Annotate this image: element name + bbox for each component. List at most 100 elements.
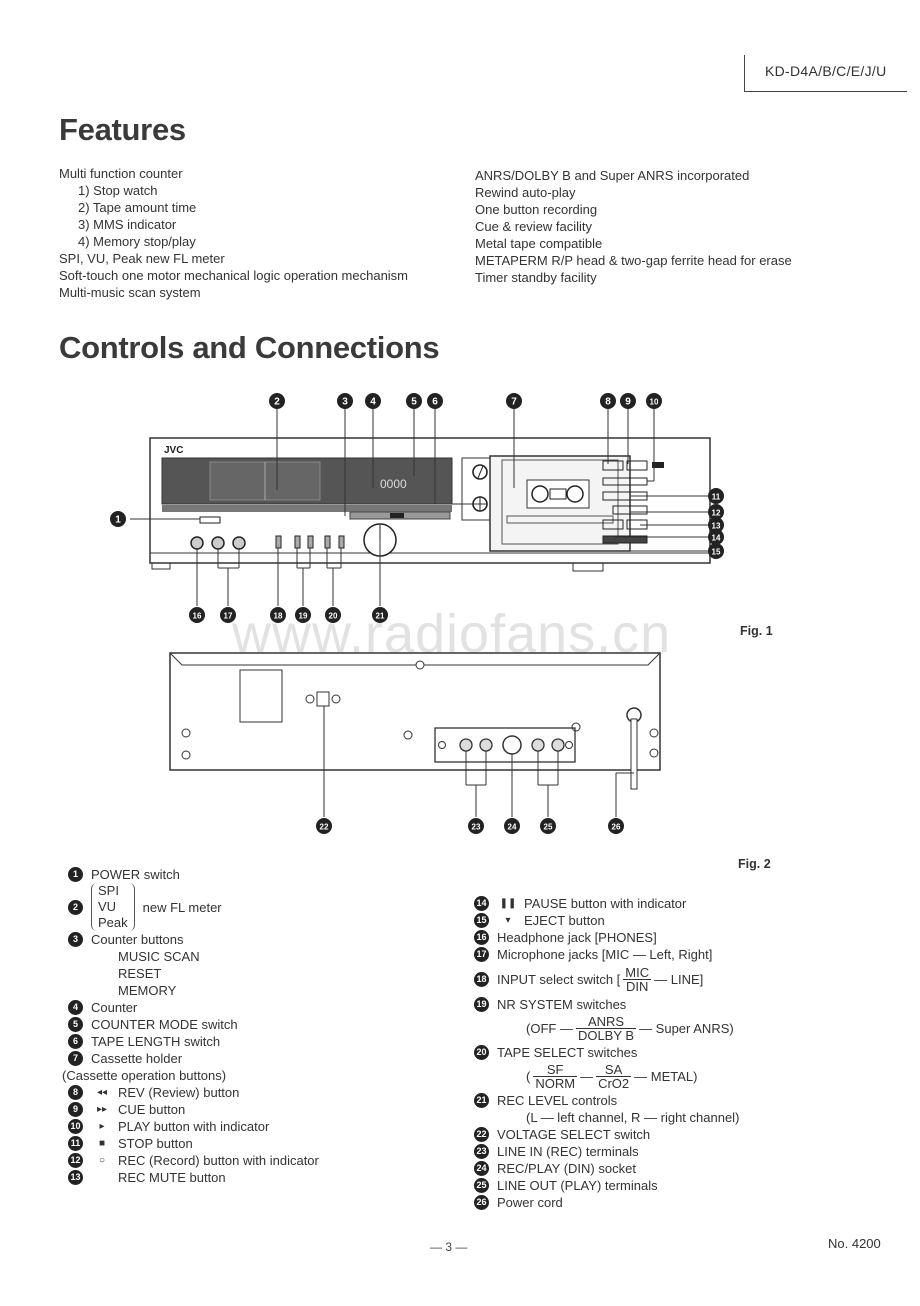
callout-2: 2 <box>269 393 285 409</box>
svg-text:10: 10 <box>650 398 659 407</box>
callout-5: 5 <box>406 393 422 409</box>
jvc-logo: JVC <box>164 445 183 456</box>
svg-text:3: 3 <box>342 397 348 408</box>
svg-text:20: 20 <box>329 612 338 621</box>
svg-text:11: 11 <box>712 493 721 502</box>
callout-14: 14 <box>708 529 724 545</box>
feature-item: METAPERM R/P head & two-gap ferrite head… <box>475 253 792 268</box>
legend-item: 25 LINE OUT (PLAY) terminals <box>474 1177 854 1194</box>
callout-badge: 9 <box>68 1102 83 1117</box>
callout-badge: 8 <box>68 1085 83 1100</box>
legend-item: 16 Headphone jack [PHONES] <box>474 929 854 946</box>
legend-item: 26 Power cord <box>474 1194 854 1211</box>
callout-badge: 4 <box>68 1000 83 1015</box>
legend-item: 5 COUNTER MODE switch <box>68 1016 448 1033</box>
legend-subitem: RESET <box>118 966 162 981</box>
legend-item: 2 SPI VU Peak new FL meter <box>68 883 448 931</box>
callout-badge: 22 <box>474 1127 489 1142</box>
callout-4: 4 <box>365 393 381 409</box>
controls-title: Controls and Connections <box>59 330 440 365</box>
svg-text:25: 25 <box>544 823 553 832</box>
legend-item: 3 Counter buttons <box>68 931 448 948</box>
callout-11: 11 <box>708 488 724 504</box>
legend-detail: (SF NORM — SA CrO2— METAL) <box>526 1062 698 1091</box>
callout-19: 19 <box>295 607 311 623</box>
callout-10: 10 <box>646 393 662 409</box>
callout-18: 18 <box>270 607 286 623</box>
feature-item: 2) Tape amount time <box>78 200 197 215</box>
callout-16: 16 <box>189 607 205 623</box>
legend-item: 7 Cassette holder <box>68 1050 448 1067</box>
callout-8: 8 <box>600 393 616 409</box>
callout-badge: 19 <box>474 997 489 1012</box>
svg-text:19: 19 <box>299 612 308 621</box>
legend-item: 14 ❚❚ PAUSE button with indicator <box>474 895 854 912</box>
feature-item: 1) Stop watch <box>78 183 158 198</box>
legend-item: 19 NR SYSTEM switches <box>474 996 854 1013</box>
callout-badge: 16 <box>474 930 489 945</box>
callout-23: 23 <box>468 818 484 834</box>
symbol-icon: ▸ <box>99 1121 105 1132</box>
svg-text:23: 23 <box>472 823 481 832</box>
callout-badge: 2 <box>68 899 83 915</box>
callout-22: 22 <box>316 818 332 834</box>
legend-item: 6 TAPE LENGTH switch <box>68 1033 448 1050</box>
svg-text:12: 12 <box>712 509 721 518</box>
callout-3: 3 <box>337 393 353 409</box>
callout-badge: 3 <box>68 932 83 947</box>
feature-item: Rewind auto-play <box>475 185 576 200</box>
feature-item: Metal tape compatible <box>475 236 603 251</box>
fraction: MIC DIN <box>623 965 652 994</box>
callout-badge: 18 <box>474 972 489 987</box>
figure-rear-panel: 22 23 24 25 26 <box>169 652 661 834</box>
svg-text:24: 24 <box>508 823 517 832</box>
legend-subitem: MUSIC SCAN <box>118 949 200 964</box>
legend-item: 13 REC MUTE button <box>68 1169 448 1186</box>
callout-1: 1 <box>110 511 126 527</box>
callout-badge: 21 <box>474 1093 489 1108</box>
legend-item: 10 ▸ PLAY button with indicator <box>68 1118 448 1135</box>
symbol-icon: ◂◂ <box>96 1087 108 1098</box>
svg-text:16: 16 <box>193 612 202 621</box>
callout-badge: 13 <box>68 1170 83 1185</box>
callout-badge: 10 <box>68 1119 83 1134</box>
svg-text:2: 2 <box>274 397 280 408</box>
legend-subitem: MEMORY <box>118 983 177 998</box>
symbol-icon: ▾ <box>505 915 511 926</box>
svg-text:8: 8 <box>605 397 611 408</box>
callout-badge: 20 <box>474 1045 489 1060</box>
callout-badge: 1 <box>68 867 83 882</box>
feature-item: 4) Memory stop/play <box>78 234 196 249</box>
legend-item: 18 INPUT select switch [MIC DIN — LINE] <box>474 966 854 993</box>
meter-bracket: SPI VU Peak <box>91 883 135 931</box>
legend-right: 14 ❚❚ PAUSE button with indicator 15 ▾ EJECT … <box>474 895 854 1211</box>
din-socket <box>502 735 522 755</box>
callout-9: 9 <box>620 393 636 409</box>
feature-item: Multi-music scan system <box>59 285 201 300</box>
svg-text:1: 1 <box>115 515 121 526</box>
legend-item: 17 Microphone jacks [MIC — Left, Right] <box>474 946 854 963</box>
callout-badge: 11 <box>68 1136 83 1151</box>
legend-item: 9 ▸▸ CUE button <box>68 1101 448 1118</box>
page-number: — 3 — <box>430 1240 468 1254</box>
legend-detail: (OFF — ANRS DOLBY B — Super ANRS) <box>526 1014 734 1043</box>
feature-item: One button recording <box>475 202 598 217</box>
legend-item: 24 REC/PLAY (DIN) socket <box>474 1160 854 1177</box>
callout-badge: 17 <box>474 947 489 962</box>
legend-item: 21 REC LEVEL controls <box>474 1092 854 1109</box>
feature-item: Multi function counter <box>59 166 183 181</box>
callout-badge: 14 <box>474 896 489 911</box>
legend-item: 15 ▾ EJECT button <box>474 912 854 929</box>
legend-item: 8 ◂◂ REV (Review) button <box>68 1084 448 1101</box>
callout-badge: 15 <box>474 913 489 928</box>
svg-text:21: 21 <box>376 612 385 621</box>
features-left-list: Multi function counter 1) Stop watch 2) Ta… <box>59 165 408 301</box>
callout-24: 24 <box>504 818 520 834</box>
svg-text:9: 9 <box>625 397 631 408</box>
callout-6: 6 <box>427 393 443 409</box>
svg-text:22: 22 <box>320 823 329 832</box>
callout-badge: 5 <box>68 1017 83 1032</box>
legend-item: 11 ■ STOP button <box>68 1135 448 1152</box>
symbol-icon: ■ <box>98 1138 106 1149</box>
fig2-label: Fig. 2 <box>738 857 771 871</box>
